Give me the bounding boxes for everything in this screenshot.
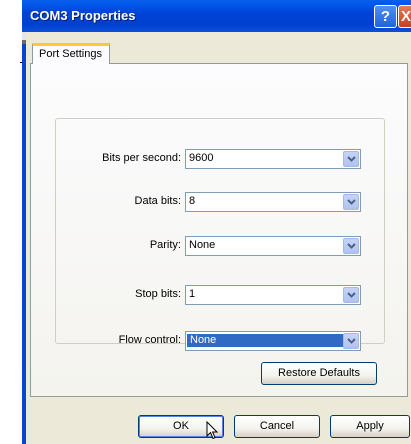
- flow-control-label: Flow control:: [118, 334, 181, 346]
- parity-select[interactable]: None: [185, 236, 361, 256]
- mouse-pointer-icon: [206, 421, 218, 440]
- stop-bits-row: Stop bits:: [31, 285, 181, 305]
- data-bits-row: Data bits:: [31, 192, 181, 212]
- cancel-button[interactable]: Cancel: [234, 415, 320, 438]
- stop-bits-dropdown-button[interactable]: [343, 287, 359, 303]
- parity-label: Parity:: [149, 239, 181, 251]
- flow-control-row: Flow control:: [31, 331, 181, 351]
- help-button[interactable]: ?: [374, 5, 397, 28]
- stop-bits-label: Stop bits:: [135, 288, 181, 300]
- question-mark-icon: ?: [380, 8, 391, 25]
- bits-per-second-dropdown-button[interactable]: [343, 151, 359, 167]
- chevron-down-icon: [347, 292, 356, 298]
- flow-control-select[interactable]: None: [185, 331, 361, 351]
- close-button[interactable]: X: [398, 5, 411, 28]
- apply-button[interactable]: Apply: [330, 415, 410, 438]
- chevron-down-icon: [347, 156, 356, 162]
- window-title: COM3 Properties: [30, 8, 136, 23]
- tab-port-settings[interactable]: Port Settings: [32, 43, 110, 64]
- stop-bits-value: 1: [189, 288, 196, 300]
- data-bits-label: Data bits:: [134, 195, 181, 207]
- parity-dropdown-button[interactable]: [343, 238, 359, 254]
- bits-per-second-value: 9600: [189, 152, 214, 164]
- chevron-down-icon: [347, 243, 356, 249]
- stop-bits-select[interactable]: 1: [185, 285, 361, 305]
- bits-per-second-row: Bits per second:: [31, 149, 181, 169]
- parity-row: Parity:: [31, 236, 181, 256]
- title-bar[interactable]: COM3 Properties ? X: [22, 0, 411, 32]
- dialog-client-area: Port Settings Bits per second: 9600 Data…: [26, 32, 411, 444]
- parity-value: None: [189, 239, 216, 251]
- port-settings-panel: Bits per second: 9600 Data bits: 8 Parit…: [30, 63, 408, 397]
- bits-per-second-select[interactable]: 9600: [185, 149, 361, 169]
- data-bits-value: 8: [189, 195, 196, 207]
- close-icon: X: [400, 8, 411, 25]
- data-bits-select[interactable]: 8: [185, 192, 361, 212]
- chevron-down-icon: [347, 338, 356, 344]
- com3-properties-dialog: COM3 Properties ? X Port Settings Bits p…: [0, 0, 411, 444]
- chevron-down-icon: [347, 199, 356, 205]
- flow-control-value: None: [187, 334, 343, 347]
- restore-defaults-button[interactable]: Restore Defaults: [261, 362, 377, 385]
- flow-control-dropdown-button[interactable]: [343, 333, 359, 349]
- bits-per-second-label: Bits per second:: [102, 152, 181, 164]
- data-bits-dropdown-button[interactable]: [343, 194, 359, 210]
